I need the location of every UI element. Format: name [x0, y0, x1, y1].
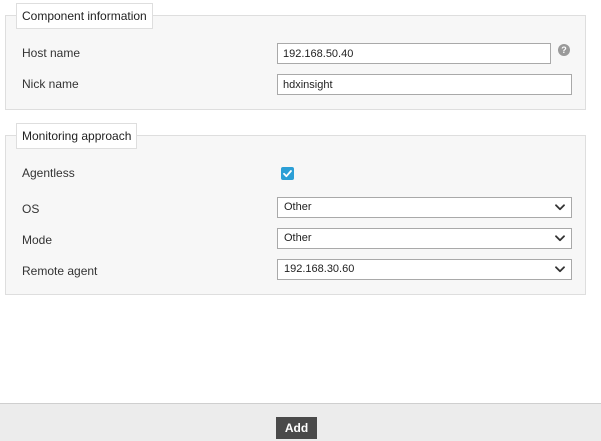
agentless-label: Agentless — [22, 166, 75, 180]
os-label: OS — [22, 202, 40, 216]
remote-agent-select[interactable]: 192.168.30.60 — [277, 259, 572, 280]
mode-selected-value: Other — [284, 232, 312, 244]
nick-name-input[interactable] — [277, 74, 572, 95]
monitoring-approach-panel: Monitoring approach Agentless OS Other M… — [5, 123, 586, 295]
os-selected-value: Other — [284, 201, 312, 213]
mode-label: Mode — [22, 233, 53, 247]
remote-agent-selected-value: 192.168.30.60 — [284, 263, 355, 275]
host-name-input[interactable] — [277, 43, 551, 64]
question-circle-icon[interactable]: ? — [558, 44, 570, 56]
remote-agent-label: Remote agent — [22, 264, 98, 278]
checkmark-icon — [283, 170, 292, 178]
chevron-down-icon — [555, 204, 565, 211]
chevron-down-icon — [555, 266, 565, 273]
footer-bar: Add — [0, 403, 601, 441]
agentless-checkbox[interactable] — [281, 167, 294, 180]
host-name-label: Host name — [22, 46, 81, 60]
component-information-panel: Component information Host name ? Nick n… — [5, 3, 586, 110]
nick-name-label: Nick name — [22, 77, 79, 91]
os-select[interactable]: Other — [277, 197, 572, 218]
mode-select[interactable]: Other — [277, 228, 572, 249]
chevron-down-icon — [555, 235, 565, 242]
add-button[interactable]: Add — [276, 417, 317, 439]
component-information-legend: Component information — [16, 3, 153, 29]
monitoring-approach-legend: Monitoring approach — [16, 123, 138, 149]
